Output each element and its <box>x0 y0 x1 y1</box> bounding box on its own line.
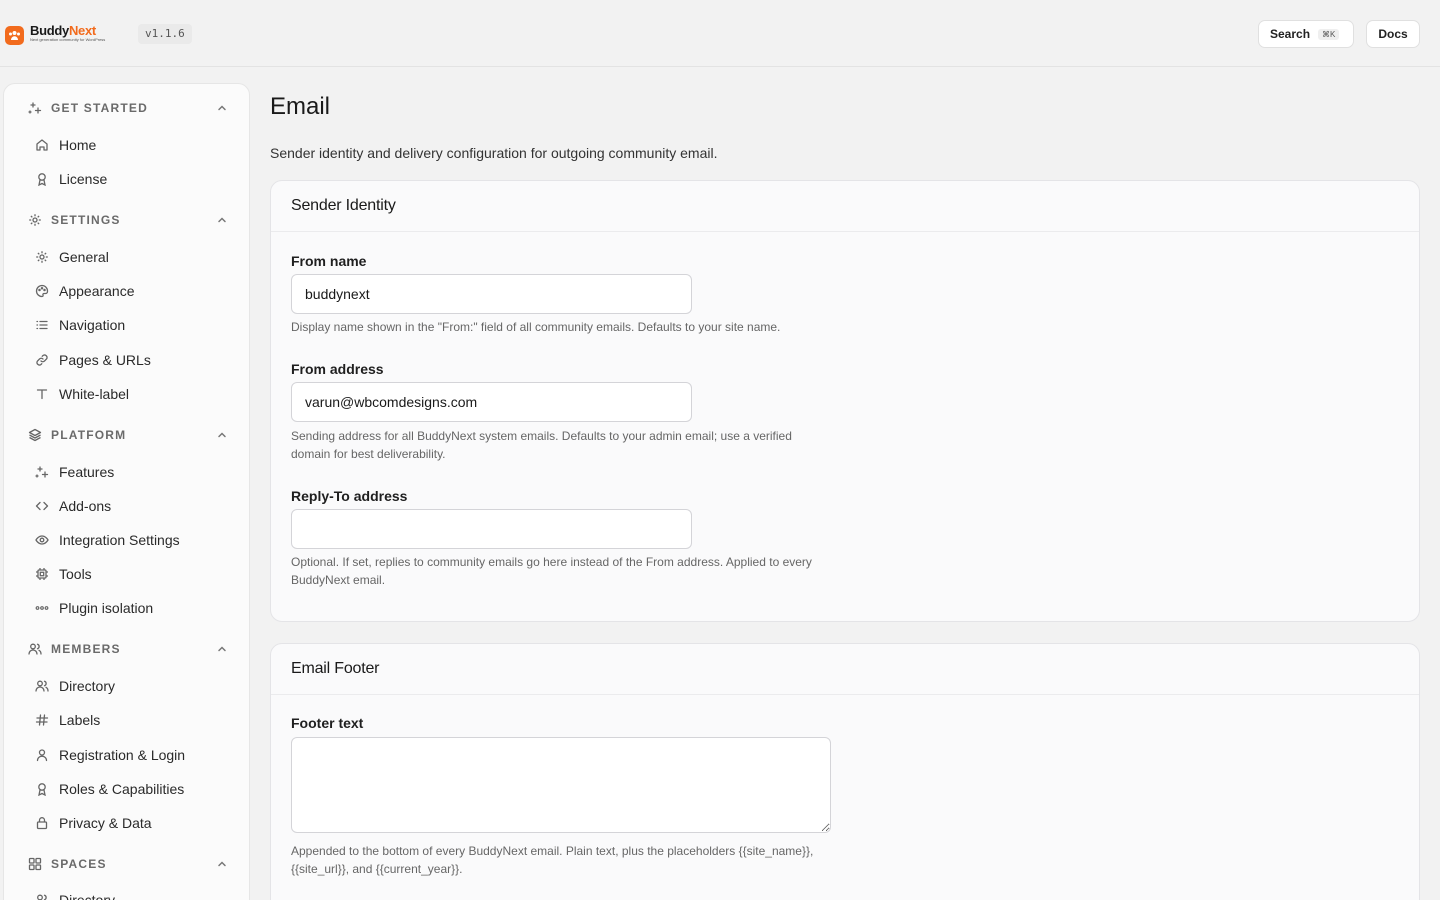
from-name-input[interactable] <box>291 274 692 314</box>
users-icon <box>37 894 47 900</box>
type-icon <box>36 389 48 400</box>
users-icon <box>35 680 49 692</box>
card-title: Email Footer <box>271 644 1419 695</box>
page-title: Email <box>270 93 331 120</box>
gear-icon <box>36 251 48 263</box>
layers-icon <box>28 428 42 442</box>
from-address-input[interactable] <box>291 382 692 422</box>
from-name-label: From name <box>291 253 367 269</box>
chevron-up-icon[interactable] <box>216 102 228 114</box>
email-footer-card: Email Footer Footer text Appended to the… <box>270 643 1420 900</box>
from-name-help: Display name shown in the "From:" field … <box>291 320 781 334</box>
brand-logo[interactable]: BuddyNext Next generation community for … <box>5 24 105 45</box>
sidebar-item-appearance[interactable]: Appearance <box>35 279 235 303</box>
section-header-members[interactable]: MEMBERS <box>28 639 228 659</box>
sidebar-item-tools[interactable]: Tools <box>35 562 235 586</box>
gear-icon <box>29 214 41 226</box>
sidebar-item-add-ons[interactable]: Add-ons <box>35 494 235 518</box>
grid-icon <box>28 857 42 871</box>
code-icon <box>35 501 49 511</box>
sidebar-item-plugin-isolation[interactable]: Plugin isolation <box>35 596 235 620</box>
list-icon <box>36 320 48 330</box>
chevron-up-icon[interactable] <box>216 858 228 870</box>
palette-icon <box>35 284 49 298</box>
version-badge: v1.1.6 <box>138 24 192 44</box>
user-icon <box>36 749 48 762</box>
dots-icon <box>35 606 49 610</box>
top-bar: BuddyNext Next generation community for … <box>0 0 1440 67</box>
sidebar-item-license[interactable]: License <box>35 167 235 191</box>
docs-button[interactable]: Docs <box>1366 20 1420 48</box>
sidebar-item-white-label[interactable]: White-label <box>35 382 235 406</box>
section-header-platform[interactable]: PLATFORM <box>28 425 228 445</box>
search-button-label: Search <box>1270 27 1311 41</box>
sidebar-item-navigation[interactable]: Navigation <box>35 313 235 337</box>
search-shortcut: ⌘K <box>1318 28 1340 40</box>
section-header-get-started[interactable]: GET STARTED <box>28 98 228 118</box>
sidebar-item-labels[interactable]: Labels <box>35 708 235 732</box>
from-address-label: From address <box>291 361 384 377</box>
search-button[interactable]: Search ⌘K <box>1258 20 1354 48</box>
sidebar: GET STARTED Home License SETTINGS Genera… <box>3 83 250 900</box>
lock-icon <box>36 817 48 830</box>
chevron-up-icon[interactable] <box>216 214 228 226</box>
footer-text-label: Footer text <box>291 715 364 731</box>
brand-tagline: Next generation community for WordPress <box>30 37 106 42</box>
brand-name: BuddyNext <box>30 23 96 38</box>
card-title: Sender Identity <box>271 181 1419 232</box>
award-icon <box>38 783 46 796</box>
link-icon <box>36 354 48 366</box>
chevron-up-icon[interactable] <box>216 429 228 441</box>
reply-to-help: Optional. If set, replies to community e… <box>291 555 812 587</box>
page-description: Sender identity and delivery configurati… <box>270 145 718 161</box>
sidebar-item-home[interactable]: Home <box>35 133 235 157</box>
sidebar-item-privacy-data[interactable]: Privacy & Data <box>35 811 235 835</box>
sparkles-icon <box>35 466 49 478</box>
sidebar-item-integration-settings[interactable]: Integration Settings <box>35 528 235 552</box>
award-icon <box>38 173 46 186</box>
sidebar-item-registration-login[interactable]: Registration & Login <box>35 743 235 767</box>
section-header-spaces[interactable]: SPACES <box>28 854 228 874</box>
reply-to-label: Reply-To address <box>291 488 408 504</box>
sender-identity-card: Sender Identity From name Display name s… <box>270 180 1420 622</box>
sidebar-item-spaces-directory[interactable]: Directory <box>35 888 235 900</box>
sidebar-item-features[interactable]: Features <box>35 460 235 484</box>
users-icon <box>28 643 42 655</box>
sidebar-item-pages-urls[interactable]: Pages & URLs <box>35 348 235 372</box>
hash-icon <box>35 714 49 726</box>
footer-text-help: Appended to the bottom of every BuddyNex… <box>291 844 814 876</box>
section-header-settings[interactable]: SETTINGS <box>28 210 228 230</box>
home-icon <box>36 139 48 151</box>
sidebar-item-roles-capabilities[interactable]: Roles & Capabilities <box>35 777 235 801</box>
footer-text-textarea[interactable] <box>291 737 831 833</box>
reply-to-input[interactable] <box>291 509 692 549</box>
sidebar-item-directory[interactable]: Directory <box>35 674 235 698</box>
sparkles-icon <box>28 102 42 114</box>
brand-logo-icon <box>5 26 24 45</box>
from-address-help: Sending address for all BuddyNext system… <box>291 429 792 461</box>
chevron-up-icon[interactable] <box>216 643 228 655</box>
eye-icon <box>35 535 49 545</box>
cpu-icon <box>36 568 48 580</box>
sidebar-item-general[interactable]: General <box>35 245 235 269</box>
